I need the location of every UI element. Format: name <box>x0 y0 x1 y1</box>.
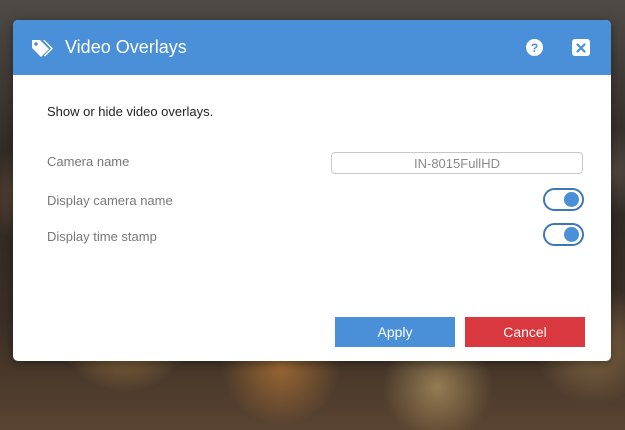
close-button[interactable] <box>572 39 590 56</box>
toggle-knob <box>564 192 579 207</box>
toggle-knob <box>564 227 579 242</box>
cancel-button[interactable]: Cancel <box>465 317 585 347</box>
dialog-header: Video Overlays ? <box>13 20 611 75</box>
dialog-title: Video Overlays <box>65 37 187 57</box>
tags-icon <box>30 36 54 60</box>
display-time-stamp-toggle[interactable] <box>543 223 584 246</box>
help-icon: ? <box>530 40 539 55</box>
video-overlays-dialog: Video Overlays ? Show or hide video over… <box>13 20 611 361</box>
camera-name-input[interactable] <box>331 152 583 174</box>
display-camera-name-label: Display camera name <box>47 193 173 208</box>
display-time-stamp-label: Display time stamp <box>47 229 157 244</box>
apply-button[interactable]: Apply <box>335 317 455 347</box>
help-button[interactable]: ? <box>526 39 543 56</box>
display-camera-name-toggle[interactable] <box>543 188 584 211</box>
dialog-description: Show or hide video overlays. <box>47 104 214 119</box>
camera-name-label: Camera name <box>47 154 130 169</box>
close-icon <box>576 42 586 53</box>
